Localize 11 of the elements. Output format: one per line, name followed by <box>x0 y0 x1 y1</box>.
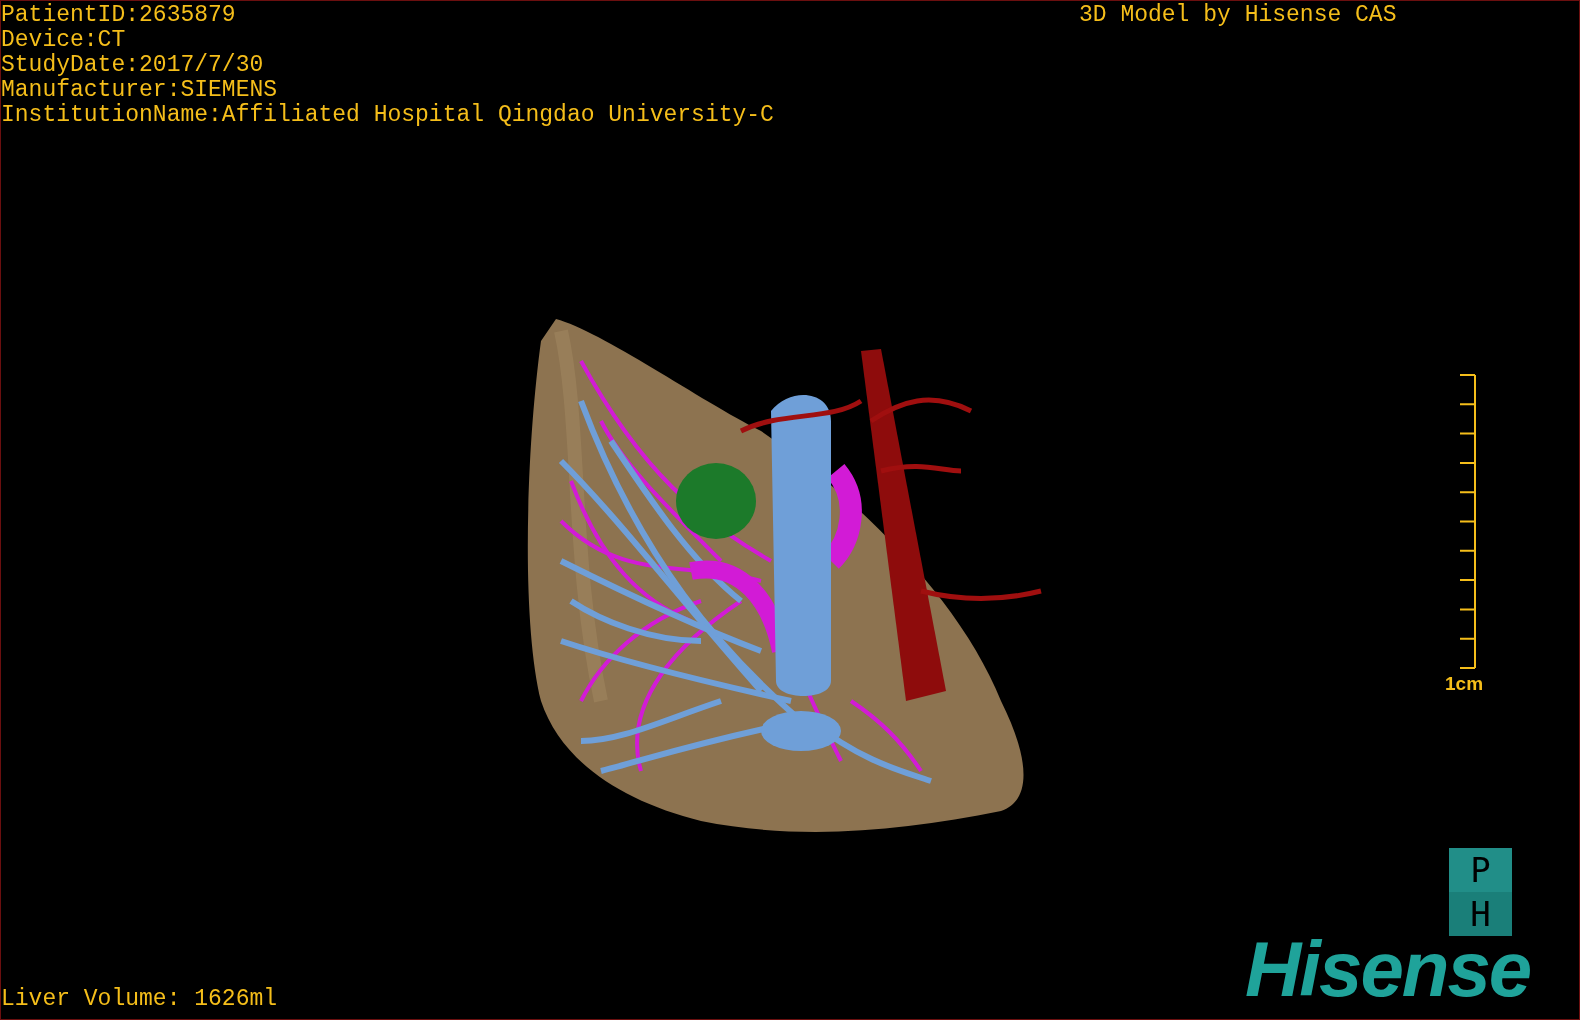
patient-info-text: StudyDate:2017/7/30 <box>1 53 265 78</box>
scale-bar-icon <box>1459 374 1477 669</box>
patient-info-text: PatientID:2635879 <box>1 3 237 28</box>
view-button[interactable]: H <box>1449 892 1512 936</box>
liver-volume-text: Liver Volume: 1626ml <box>1 987 278 1012</box>
scale-label: 1cm <box>1445 672 1484 696</box>
view-button[interactable]: P <box>1449 848 1512 892</box>
patient-info-text: InstitutionName:Affiliated Hospital Qingdao University-C <box>1 103 774 128</box>
patient-info-text: Device:CT <box>1 28 127 53</box>
model-credit-text: 3D Model by Hisense CAS <box>1079 3 1397 28</box>
patient-info-text: Manufacturer:SIEMENS <box>1 78 279 103</box>
